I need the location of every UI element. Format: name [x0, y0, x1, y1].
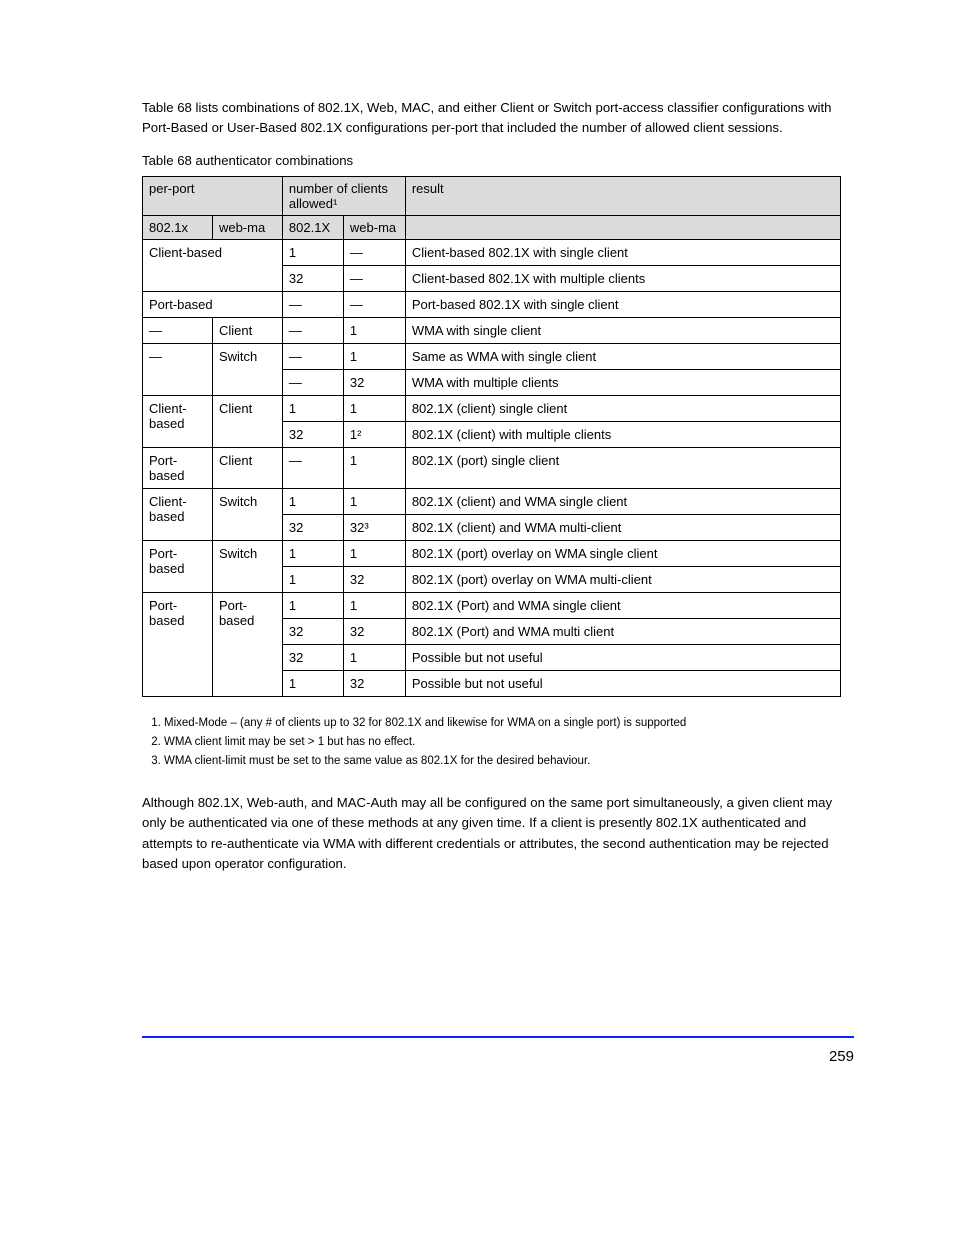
footnote-item: WMA client-limit must be set to the same…	[164, 753, 854, 770]
table-cell: —	[143, 343, 213, 395]
table-cell: 32	[282, 644, 343, 670]
table-cell: 802.1X (port) overlay on WMA multi-clien…	[405, 566, 840, 592]
table-cell: 802.1X (port) single client	[405, 447, 840, 488]
table-cell: 1	[343, 343, 405, 369]
table-cell: 1	[343, 644, 405, 670]
table-cell: Port-based 802.1X with single client	[405, 291, 840, 317]
table-cell: 1	[343, 317, 405, 343]
table-cell: —	[343, 291, 405, 317]
table-cell: 1	[282, 566, 343, 592]
footnote-item: Mixed-Mode – (any # of clients up to 32 …	[164, 715, 854, 732]
table-cell: Client-based 802.1X with single client	[405, 239, 840, 265]
table-row: —Client—1WMA with single client	[143, 317, 841, 343]
table-cell: 802.1X (Port) and WMA single client	[405, 592, 840, 618]
table-row: Port-basedSwitch11802.1X (port) overlay …	[143, 540, 841, 566]
table-cell: 1	[282, 488, 343, 514]
table-cell: Port-based	[143, 592, 213, 696]
th-num-clients-label: number of clients allowed¹	[289, 181, 388, 211]
th-webma-1: web-ma	[212, 215, 282, 239]
table-cell: —	[343, 265, 405, 291]
table-cell: Client	[212, 317, 282, 343]
table-header-row-group: per-port number of clients allowed¹ resu…	[143, 176, 841, 215]
table-cell: Same as WMA with single client	[405, 343, 840, 369]
table-cell: 1	[343, 395, 405, 421]
table-cell: 32	[282, 618, 343, 644]
table-cell: Client-based 802.1X with multiple client…	[405, 265, 840, 291]
table-cell: 1²	[343, 421, 405, 447]
table-cell: 1	[282, 670, 343, 696]
table-cell: Possible but not useful	[405, 644, 840, 670]
table-cell: 32	[343, 369, 405, 395]
table-cell: 32	[343, 670, 405, 696]
table-cell: 1	[282, 540, 343, 566]
table-cell: 1	[343, 592, 405, 618]
th-num-clients: number of clients allowed¹	[282, 176, 405, 215]
table-cell: Client	[212, 395, 282, 447]
table-cell: 32	[343, 618, 405, 644]
table-cell: Client	[212, 447, 282, 488]
table-cell: 32	[282, 265, 343, 291]
table-row: Port-based——Port-based 802.1X with singl…	[143, 291, 841, 317]
table-row: Client-based1—Client-based 802.1X with s…	[143, 239, 841, 265]
th-8021x-1: 802.1x	[143, 215, 213, 239]
table-cell: 802.1X (client) and WMA single client	[405, 488, 840, 514]
table-cell: Client-based	[143, 395, 213, 447]
table-cell: Client-based	[143, 488, 213, 540]
table-cell: 802.1X (client) single client	[405, 395, 840, 421]
table-cell: —	[143, 317, 213, 343]
table-cell: 1	[282, 239, 343, 265]
authenticator-combinations-table: per-port number of clients allowed¹ resu…	[142, 176, 841, 697]
table-row: Client-basedSwitch11802.1X (client) and …	[143, 488, 841, 514]
table-title: Table 68 authenticator combinations	[142, 153, 854, 168]
table-cell: 1	[343, 488, 405, 514]
table-cell: Port-based	[212, 592, 282, 696]
footnotes: Mixed-Mode – (any # of clients up to 32 …	[142, 715, 854, 771]
table-cell: 32	[282, 514, 343, 540]
table-row: Client-basedClient11802.1X (client) sing…	[143, 395, 841, 421]
table-row: Port-basedClient—1802.1X (port) single c…	[143, 447, 841, 488]
table-cell: WMA with single client	[405, 317, 840, 343]
table-cell: Possible but not useful	[405, 670, 840, 696]
page-footer: 259	[142, 1036, 854, 1065]
footnote-item: WMA client limit may be set > 1 but has …	[164, 734, 854, 751]
table-cell: 32³	[343, 514, 405, 540]
table-header-row-sub: 802.1x web-ma 802.1X web-ma	[143, 215, 841, 239]
table-cell: 802.1X (port) overlay on WMA single clie…	[405, 540, 840, 566]
post-paragraph: Although 802.1X, Web-auth, and MAC-Auth …	[142, 793, 854, 875]
table-cell: 1	[343, 447, 405, 488]
th-webma-2: web-ma	[343, 215, 405, 239]
table-cell: Switch	[212, 343, 282, 395]
table-cell: 1	[282, 592, 343, 618]
table-cell: 32	[343, 566, 405, 592]
table-cell: —	[282, 291, 343, 317]
table-cell: —	[282, 343, 343, 369]
table-cell: 1	[282, 395, 343, 421]
table-row: Port-basedPort-based11802.1X (Port) and …	[143, 592, 841, 618]
table-cell: —	[343, 239, 405, 265]
table-cell: Switch	[212, 540, 282, 592]
table-cell: Port-based	[143, 540, 213, 592]
table-cell: —	[282, 369, 343, 395]
table-cell: —	[282, 317, 343, 343]
table-cell: 802.1X (Port) and WMA multi client	[405, 618, 840, 644]
table-cell: Client-based	[143, 239, 283, 291]
th-result-blank	[405, 215, 840, 239]
table-cell: 1	[343, 540, 405, 566]
page-number: 259	[142, 1038, 854, 1065]
table-row: —Switch—1Same as WMA with single client	[143, 343, 841, 369]
table-cell: Port-based	[143, 291, 283, 317]
th-result: result	[405, 176, 840, 215]
table-cell: 32	[282, 421, 343, 447]
table-cell: Port-based	[143, 447, 213, 488]
th-8021x-2: 802.1X	[282, 215, 343, 239]
table-cell: Switch	[212, 488, 282, 540]
th-per-port: per-port	[143, 176, 283, 215]
table-cell: —	[282, 447, 343, 488]
table-cell: WMA with multiple clients	[405, 369, 840, 395]
table-cell: 802.1X (client) and WMA multi-client	[405, 514, 840, 540]
table-cell: 802.1X (client) with multiple clients	[405, 421, 840, 447]
intro-paragraph: Table 68 lists combinations of 802.1X, W…	[142, 98, 854, 139]
